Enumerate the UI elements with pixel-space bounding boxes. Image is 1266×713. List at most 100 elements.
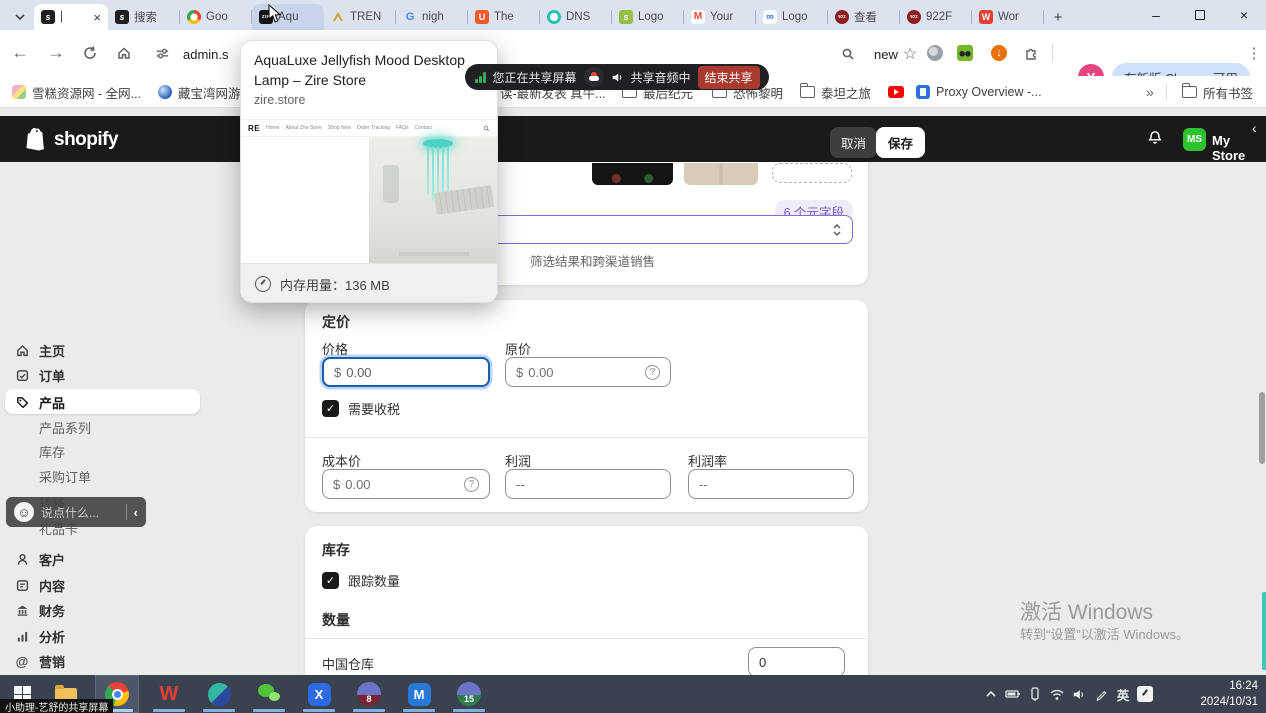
product-media-thumbnail[interactable] bbox=[592, 163, 673, 185]
site-info-icon[interactable] bbox=[150, 41, 174, 65]
address-bar-url-tail[interactable]: new bbox=[874, 47, 898, 62]
cloud-app-icon[interactable] bbox=[584, 67, 604, 87]
bookmarks-overflow-icon[interactable]: » bbox=[1146, 82, 1154, 102]
checkbox-checked-icon[interactable]: ✓ bbox=[322, 572, 339, 589]
new-tab-button[interactable]: + bbox=[1044, 4, 1072, 30]
store-name[interactable]: My Store bbox=[1212, 133, 1266, 163]
checkbox-checked-icon[interactable]: ✓ bbox=[322, 400, 339, 417]
reload-button[interactable] bbox=[78, 41, 102, 65]
wps-button[interactable]: W bbox=[155, 680, 183, 708]
add-media-dropzone[interactable] bbox=[772, 163, 852, 183]
taskbar-clock[interactable]: 16:24 2024/10/31 bbox=[1192, 678, 1258, 710]
bookmark-item[interactable]: 雪糕资源网 - 全网... bbox=[12, 82, 141, 102]
cost-input[interactable]: $ 0.00 ? bbox=[322, 469, 490, 499]
maximize-button[interactable] bbox=[1178, 0, 1222, 30]
compare-price-input[interactable]: $ 0.00 ? bbox=[505, 357, 671, 387]
minimize-button[interactable]: – bbox=[1134, 0, 1178, 30]
bookmark-folder[interactable]: 泰坦之旅 bbox=[800, 82, 871, 102]
all-bookmarks[interactable]: 所有书签 bbox=[1182, 82, 1253, 102]
browser-tab-night[interactable]: Gnigh bbox=[396, 4, 468, 30]
browser-tab-gmail[interactable]: MYour bbox=[684, 4, 756, 30]
forward-button[interactable]: → bbox=[44, 41, 68, 65]
extension-gray-icon[interactable] bbox=[926, 44, 944, 62]
cancel-button[interactable]: 取消 bbox=[830, 127, 877, 158]
wifi-icon[interactable] bbox=[1046, 688, 1068, 701]
wechat-button[interactable] bbox=[255, 680, 283, 708]
sidebar-item-customers[interactable]: 客户 bbox=[0, 547, 204, 571]
browser-tab-logo2[interactable]: ∞Logo bbox=[756, 4, 828, 30]
browser-tab-dns[interactable]: DNS bbox=[540, 4, 612, 30]
extension-download-icon[interactable]: ↓ bbox=[990, 44, 1008, 62]
extension-monkey-icon[interactable] bbox=[956, 44, 974, 62]
browser-tab-google[interactable]: Goo bbox=[180, 4, 252, 30]
back-button[interactable]: ← bbox=[8, 41, 32, 65]
sidebar-subitem-collections[interactable]: 产品系列 bbox=[39, 416, 91, 438]
sidebar-item-orders[interactable]: 订单 bbox=[0, 363, 204, 387]
help-icon[interactable]: ? bbox=[645, 365, 660, 380]
chat-widget[interactable]: ☺ 说点什么... ‹ bbox=[6, 497, 146, 527]
browser-tab-trend[interactable]: TREN bbox=[324, 4, 396, 30]
browser-tab-922[interactable]: 922922F bbox=[900, 4, 972, 30]
volume-icon[interactable] bbox=[1068, 688, 1090, 701]
home-icon bbox=[14, 342, 30, 358]
help-icon[interactable]: ? bbox=[464, 477, 479, 492]
profit-input[interactable]: -- bbox=[505, 469, 671, 499]
emulator15-button[interactable]: 15 bbox=[455, 680, 483, 708]
track-quantity-row[interactable]: ✓ 跟踪数量 bbox=[322, 571, 400, 590]
memory-usage-text: 内存用量：136 MB bbox=[280, 275, 390, 294]
chat-collapse-icon[interactable]: ‹ bbox=[134, 505, 138, 520]
sidebar-item-analytics[interactable]: 分析 bbox=[0, 624, 204, 648]
bookmark-proxy[interactable]: Proxy Overview -... bbox=[916, 82, 1042, 102]
emulator8-button[interactable]: 8 bbox=[355, 680, 383, 708]
menu-icon[interactable]: ⋮ bbox=[1242, 41, 1266, 65]
icecream-site-icon bbox=[12, 85, 26, 99]
browser-tab-search[interactable]: s搜索 bbox=[108, 4, 180, 30]
bookmark-star-icon[interactable]: ☆ bbox=[898, 42, 922, 66]
sidebar-item-products[interactable]: 产品 bbox=[0, 390, 204, 414]
extensions-puzzle-icon[interactable] bbox=[1022, 44, 1040, 62]
product-media-thumbnail[interactable] bbox=[505, 163, 582, 185]
security-app-button[interactable] bbox=[205, 680, 233, 708]
sidebar-item-marketing[interactable]: @ 营销 bbox=[0, 649, 204, 673]
ime-indicator[interactable]: 英 bbox=[1112, 685, 1134, 704]
battery-icon[interactable] bbox=[1002, 688, 1024, 700]
stop-sharing-button[interactable]: 结束共享 bbox=[698, 66, 760, 89]
tab-close-icon[interactable]: × bbox=[93, 11, 101, 24]
chat-input-placeholder[interactable]: 说点什么... bbox=[41, 504, 119, 521]
address-bar-url[interactable]: admin.s bbox=[183, 47, 229, 62]
browser-tab-aqualuxe[interactable]: ZIRAqu bbox=[252, 4, 324, 30]
quantity-input[interactable]: 0 bbox=[748, 647, 845, 677]
notifications-bell-icon[interactable] bbox=[1146, 129, 1164, 147]
mobaxterm-button[interactable]: M bbox=[405, 680, 433, 708]
floating-widget-edge[interactable] bbox=[1262, 592, 1266, 670]
margin-input[interactable]: -- bbox=[688, 469, 854, 499]
sidebar-subitem-purchase-orders[interactable]: 采购订单 bbox=[39, 465, 91, 487]
sidebar-subitem-inventory[interactable]: 库存 bbox=[39, 440, 65, 462]
bookmark-youtube[interactable] bbox=[888, 82, 904, 102]
device-icon[interactable] bbox=[1024, 687, 1046, 701]
bookmark-item[interactable]: 藏宝湾网游 bbox=[158, 82, 241, 102]
zoom-search-icon[interactable] bbox=[836, 42, 860, 66]
browser-tab-active[interactable]: s | × bbox=[34, 4, 108, 30]
browser-tab-logo1[interactable]: sLogo bbox=[612, 4, 684, 30]
tax-checkbox-row[interactable]: ✓ 需要收税 bbox=[322, 399, 400, 418]
close-button[interactable]: × bbox=[1222, 0, 1266, 30]
store-avatar[interactable]: MS bbox=[1183, 128, 1206, 151]
home-button[interactable] bbox=[112, 41, 136, 65]
browser-tab-view922[interactable]: 922查看 bbox=[828, 4, 900, 30]
price-input[interactable]: $ 0.00 bbox=[322, 357, 490, 387]
sidebar-item-finances[interactable]: 财务 bbox=[0, 598, 204, 622]
browser-tab-the[interactable]: UThe bbox=[468, 4, 540, 30]
scrollbar-thumb[interactable] bbox=[1259, 392, 1265, 464]
pen-icon[interactable] bbox=[1090, 688, 1112, 701]
tray-app-icon[interactable] bbox=[1134, 686, 1156, 702]
xmind-button[interactable]: X bbox=[305, 680, 333, 708]
sidebar-item-content[interactable]: 内容 bbox=[0, 573, 204, 597]
bookmarks-divider bbox=[1166, 84, 1167, 100]
product-media-thumbnail[interactable] bbox=[684, 163, 758, 185]
tab-search-button[interactable] bbox=[6, 4, 34, 30]
save-button[interactable]: 保存 bbox=[876, 127, 925, 158]
browser-tab-word[interactable]: WWor bbox=[972, 4, 1044, 30]
sidebar-item-home[interactable]: 主页 bbox=[0, 338, 204, 362]
tray-expand-icon[interactable] bbox=[980, 688, 1002, 700]
